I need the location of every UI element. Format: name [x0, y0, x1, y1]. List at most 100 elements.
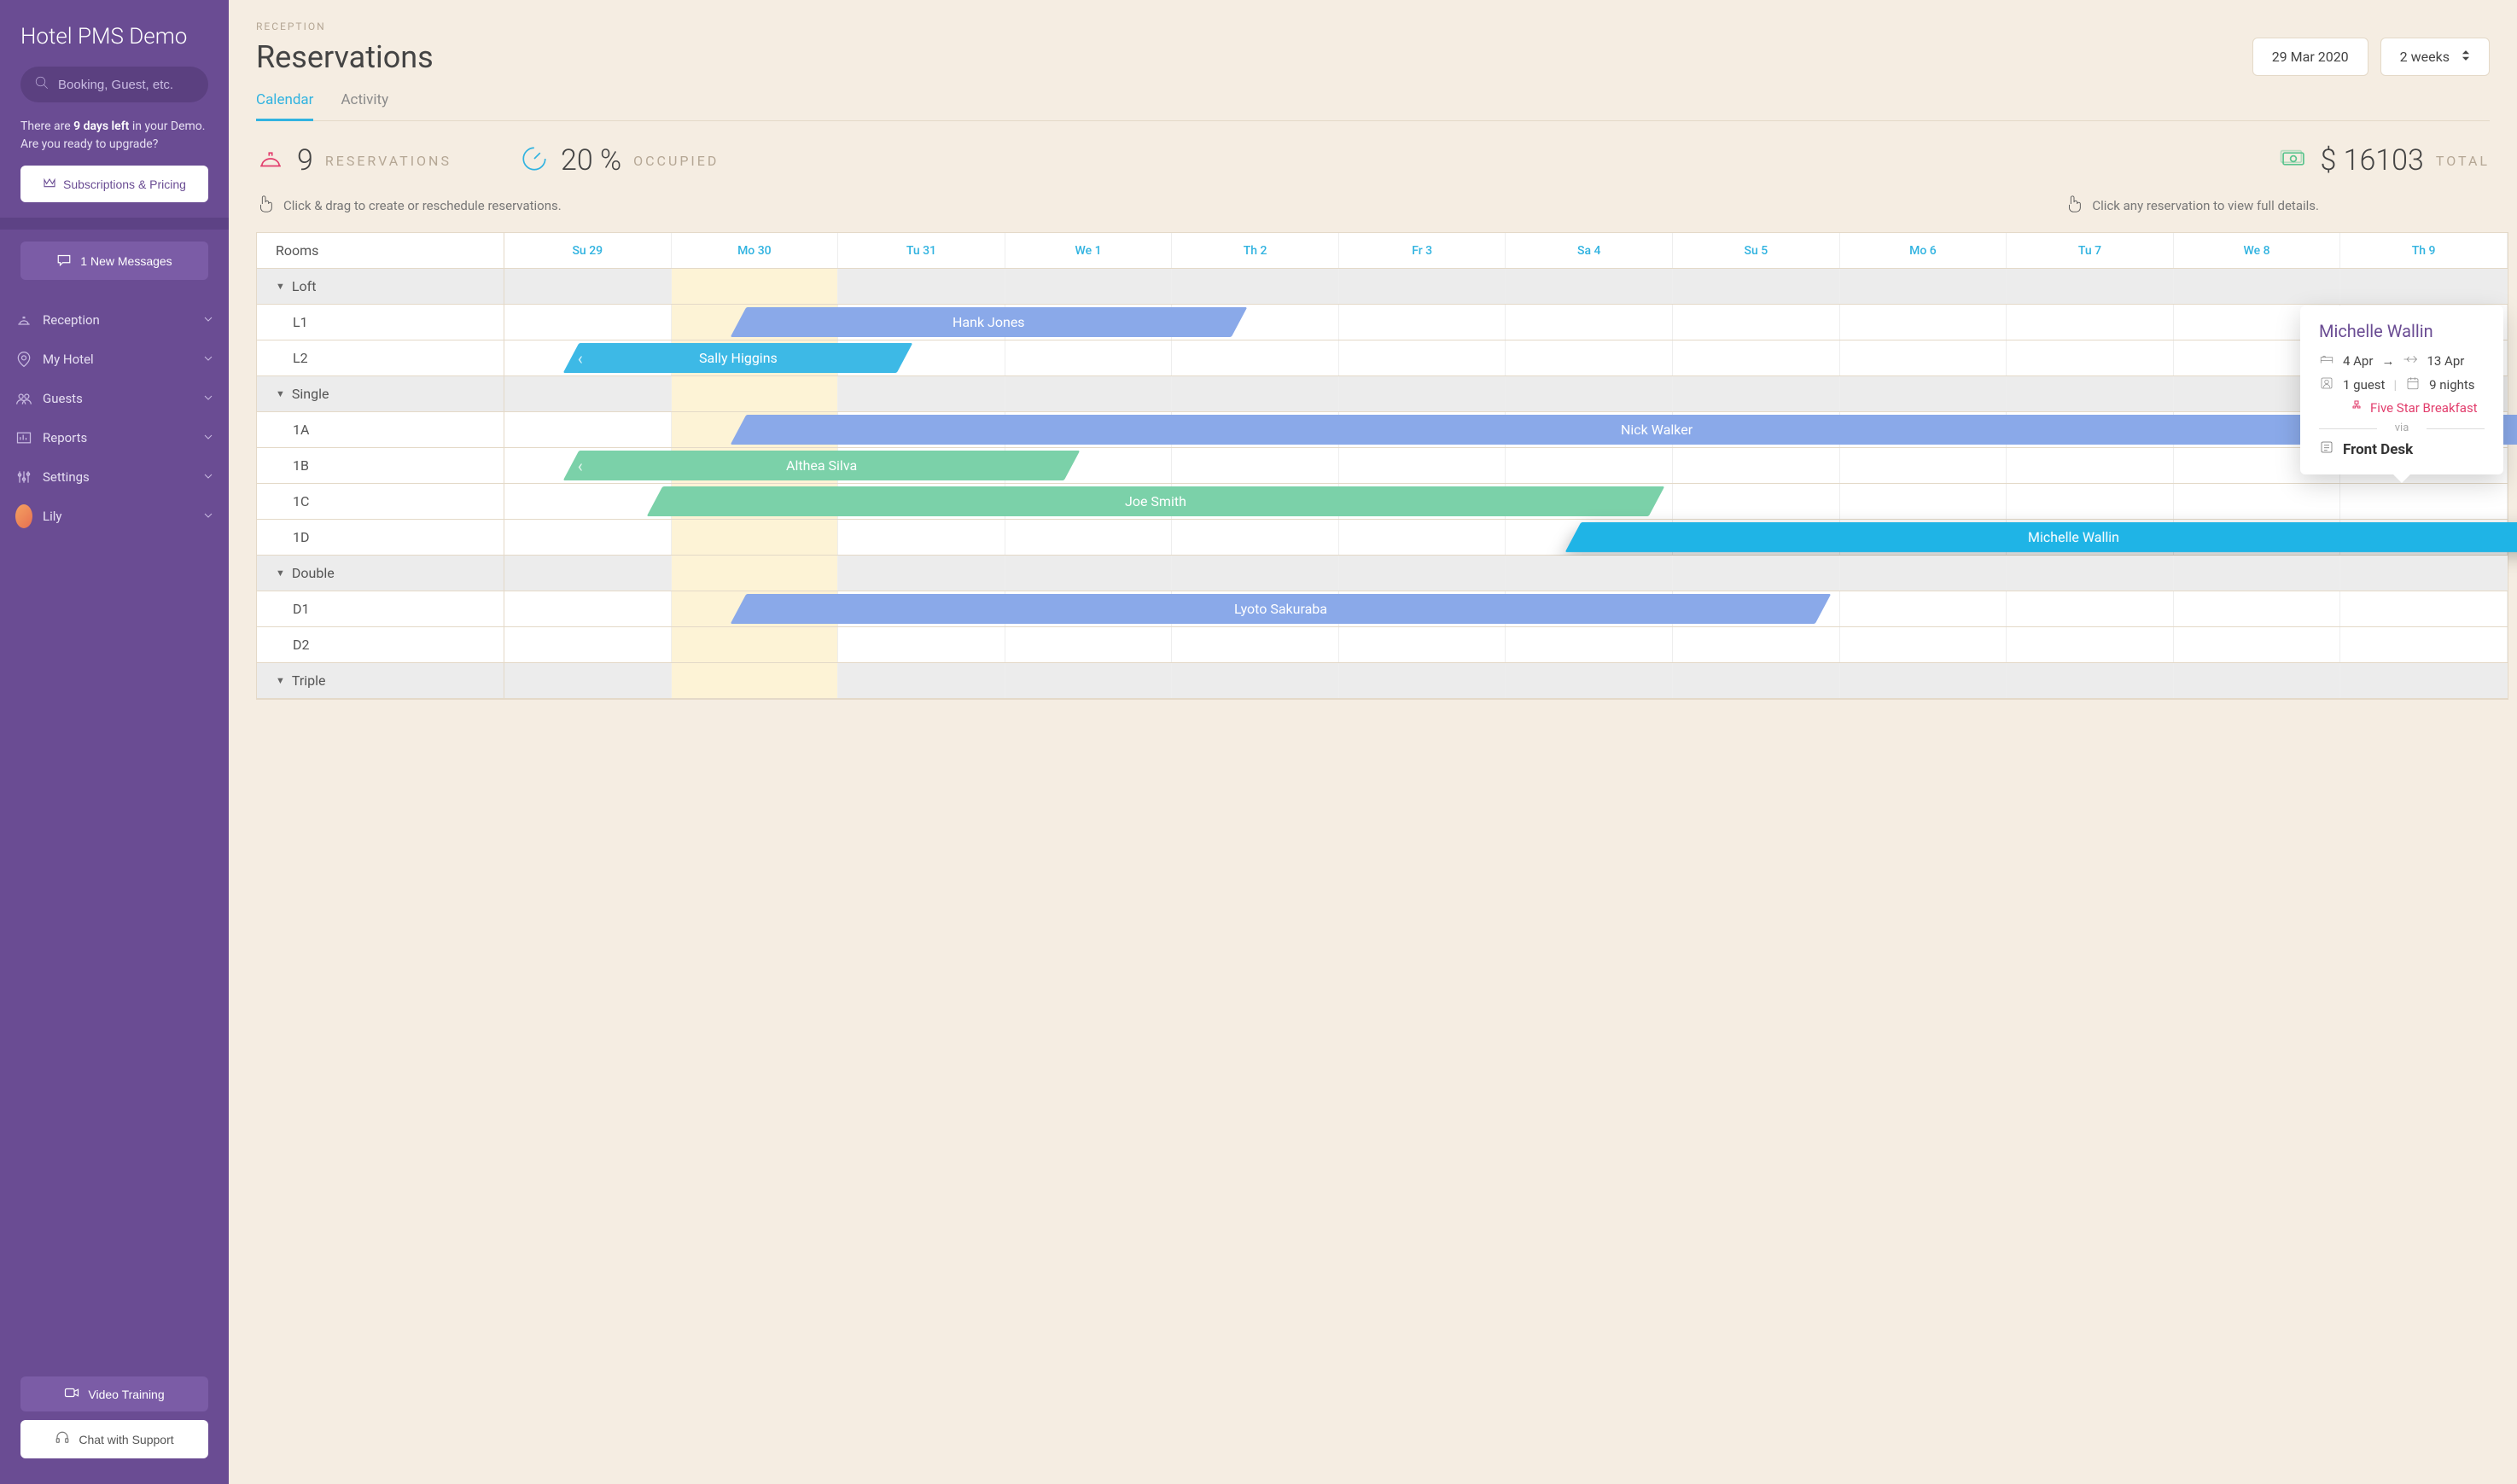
- reservation-tooltip: Michelle Wallin 4 Apr → 13 Apr 1 guest |…: [2300, 306, 2503, 474]
- search-container: [20, 67, 208, 102]
- calendar-icon: [2405, 375, 2421, 394]
- sidebar-item-lily[interactable]: Lily: [0, 497, 229, 536]
- video-training-button[interactable]: Video Training: [20, 1376, 208, 1411]
- crown-icon: [43, 177, 56, 191]
- reservation-bar[interactable]: Sally Higgins: [563, 343, 913, 373]
- day-header: Th 2: [1172, 233, 1339, 268]
- bed-icon: [2319, 352, 2334, 370]
- chevron-down-icon: [203, 352, 213, 367]
- guest-icon: [2319, 375, 2334, 394]
- reservation-guest-name: Sally Higgins: [699, 350, 778, 366]
- tooltip-source: Front Desk: [2319, 439, 2485, 459]
- sidebar-item-label: Settings: [43, 469, 193, 485]
- gauge-icon: [520, 144, 549, 177]
- reservation-guest-name: Joe Smith: [1125, 493, 1186, 509]
- pointer-icon: [2065, 195, 2083, 217]
- room-group-double[interactable]: ▼Double: [257, 556, 504, 591]
- reservation-guest-name: Lyoto Sakuraba: [1234, 601, 1327, 617]
- day-header: Su 29: [504, 233, 672, 268]
- search-icon: [34, 75, 50, 94]
- sidebar-item-reception[interactable]: Reception: [0, 300, 229, 340]
- headset-icon: [55, 1430, 70, 1448]
- reservation-guest-name: Nick Walker: [1620, 422, 1692, 438]
- room-L2: L2: [257, 340, 504, 375]
- day-header: Mo 6: [1840, 233, 2007, 268]
- plane-icon: [2403, 352, 2418, 370]
- reservation-bar[interactable]: Joe Smith: [647, 486, 1664, 516]
- desk-icon: [2319, 439, 2334, 459]
- message-icon: [56, 253, 72, 269]
- tooltip-via: via: [2319, 422, 2485, 434]
- day-header: Fr 3: [1339, 233, 1506, 268]
- bell-icon: [15, 311, 32, 329]
- subscriptions-button[interactable]: Subscriptions & Pricing: [20, 166, 208, 202]
- tooltip-guest-name: Michelle Wallin: [2319, 321, 2485, 341]
- sidebar-item-label: Lily: [43, 509, 193, 524]
- chevron-down-icon: [203, 430, 213, 445]
- rooms-header: Rooms: [257, 233, 504, 268]
- video-icon: [64, 1387, 79, 1401]
- room-1B: 1B: [257, 448, 504, 483]
- room-1A: 1A: [257, 412, 504, 447]
- updown-icon: [2462, 49, 2470, 65]
- reservation-bar[interactable]: Nick Walker: [731, 415, 2517, 445]
- brand-title: Hotel PMS Demo: [0, 0, 229, 67]
- sidebar-item-my-hotel[interactable]: My Hotel: [0, 340, 229, 379]
- day-header: Tu 7: [2007, 233, 2174, 268]
- sidebar-item-label: Reports: [43, 430, 193, 445]
- day-header: Tu 31: [838, 233, 1005, 268]
- tab-calendar[interactable]: Calendar: [256, 91, 313, 120]
- tab-activity[interactable]: Activity: [341, 91, 388, 120]
- tooltip-dates: 4 Apr → 13 Apr: [2319, 352, 2485, 370]
- stat-occupied: 20 % OCCUPIED: [520, 143, 719, 177]
- guests-icon: [15, 390, 32, 407]
- day-header: We 1: [1005, 233, 1173, 268]
- sidebar-item-label: My Hotel: [43, 352, 193, 367]
- reservation-bar[interactable]: Althea Silva: [563, 451, 1080, 480]
- hint-click: Click any reservation to view full detai…: [2065, 195, 2319, 217]
- main-nav: Reception My Hotel Guests Reports Settings Li…: [0, 292, 229, 1365]
- tooltip-guests-nights: 1 guest | 9 nights: [2319, 375, 2485, 394]
- room-L1: L1: [257, 305, 504, 340]
- date-picker[interactable]: 29 Mar 2020: [2252, 38, 2368, 76]
- reservation-bar[interactable]: Lyoto Sakuraba: [731, 594, 1832, 624]
- reservation-bar[interactable]: Michelle Wallin: [1564, 522, 2517, 552]
- day-header: Sa 4: [1506, 233, 1673, 268]
- hint-drag: Click & drag to create or reschedule res…: [256, 195, 562, 217]
- day-header: Th 9: [2340, 233, 2508, 268]
- pin-icon: [15, 351, 32, 368]
- day-header: Mo 30: [672, 233, 839, 268]
- search-input[interactable]: [58, 78, 228, 92]
- room-D2: D2: [257, 627, 504, 662]
- day-header: We 8: [2174, 233, 2341, 268]
- reservation-bar[interactable]: Hank Jones: [731, 307, 1247, 337]
- rate-icon: [2350, 399, 2363, 416]
- messages-button[interactable]: 1 New Messages: [20, 242, 208, 280]
- reservation-guest-name: Michelle Wallin: [2028, 529, 2119, 545]
- reports-icon: [15, 429, 32, 446]
- money-icon: [2279, 144, 2308, 177]
- avatar-icon: [15, 508, 32, 525]
- sidebar-item-reports[interactable]: Reports: [0, 418, 229, 457]
- day-header: Su 5: [1673, 233, 1840, 268]
- room-D1: D1: [257, 591, 504, 626]
- chevron-down-icon: [203, 469, 213, 485]
- reservation-guest-name: Althea Silva: [786, 457, 857, 474]
- sidebar-item-guests[interactable]: Guests: [0, 379, 229, 418]
- range-picker[interactable]: 2 weeks: [2380, 38, 2490, 76]
- room-group-loft[interactable]: ▼Loft: [257, 269, 504, 304]
- chat-support-button[interactable]: Chat with Support: [20, 1420, 208, 1458]
- sidebar-item-label: Reception: [43, 312, 193, 328]
- sidebar-item-settings[interactable]: Settings: [0, 457, 229, 497]
- chevron-down-icon: [203, 509, 213, 524]
- bell-icon: [256, 144, 285, 177]
- room-group-triple[interactable]: ▼Triple: [257, 663, 504, 698]
- room-1D: 1D: [257, 520, 504, 555]
- breadcrumb: RECEPTION: [256, 20, 2490, 32]
- room-group-single[interactable]: ▼Single: [257, 376, 504, 411]
- reservation-guest-name: Hank Jones: [953, 314, 1025, 330]
- chevron-down-icon: [203, 391, 213, 406]
- room-1C: 1C: [257, 484, 504, 519]
- page-title: Reservations: [256, 39, 434, 75]
- demo-note: There are 9 days left in your Demo. Are …: [0, 118, 229, 166]
